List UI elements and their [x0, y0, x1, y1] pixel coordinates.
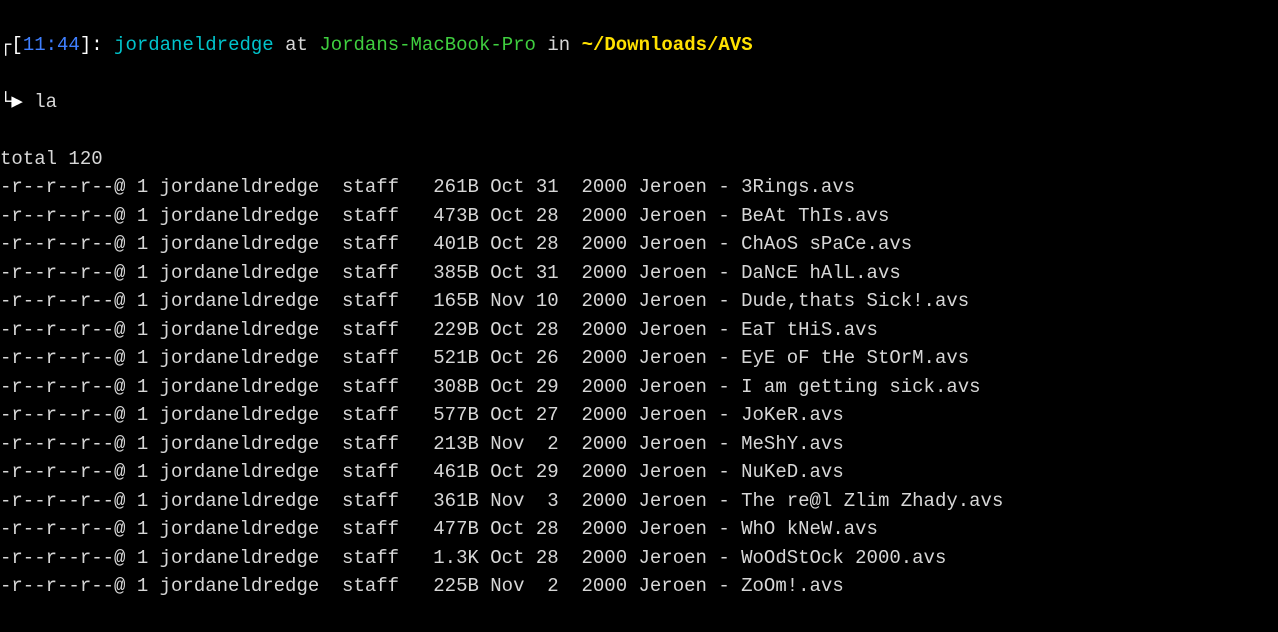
prompt-in: in	[547, 34, 570, 56]
prompt-path: ~/Downloads/AVS	[582, 34, 753, 56]
prompt-user: jordaneldredge	[114, 34, 274, 56]
file-listing: -r--r--r--@ 1 jordaneldredge staff 261B …	[0, 173, 1278, 601]
prompt-time: 11:44	[23, 34, 80, 56]
prompt-bracket-close: ]:	[80, 34, 103, 56]
command-text: la	[34, 91, 57, 113]
prompt-line-1: ┌[11:44]: jordaneldredge at Jordans-MacB…	[0, 31, 1278, 60]
prompt-line-2: └▶ la	[0, 88, 1278, 117]
prompt-at: at	[285, 34, 308, 56]
prompt-host: Jordans-MacBook-Pro	[319, 34, 536, 56]
prompt-arrow: └▶	[0, 91, 34, 113]
prompt-bracket-open: ┌[	[0, 34, 23, 56]
total-line: total 120	[0, 148, 103, 170]
terminal-output[interactable]: ┌[11:44]: jordaneldredge at Jordans-MacB…	[0, 0, 1278, 629]
